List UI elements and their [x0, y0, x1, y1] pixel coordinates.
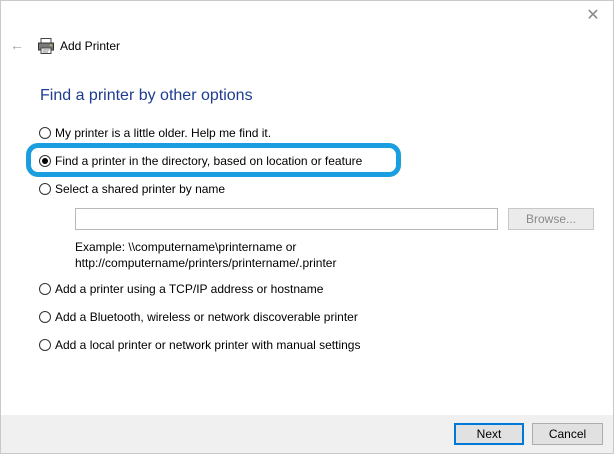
radio-local-manual[interactable]: [39, 339, 51, 351]
close-icon[interactable]: ✕: [584, 7, 602, 25]
printer-icon: [37, 37, 55, 55]
option-shared-by-name[interactable]: Select a shared printer by name: [39, 180, 225, 198]
option-older-printer[interactable]: My printer is a little older. Help me fi…: [39, 124, 271, 142]
option-local-manual[interactable]: Add a local printer or network printer w…: [39, 336, 360, 354]
browse-button[interactable]: Browse...: [508, 208, 594, 230]
radio-bluetooth-wireless[interactable]: [39, 311, 51, 323]
page-heading: Find a printer by other options: [40, 87, 253, 104]
shared-printer-name-input[interactable]: [75, 208, 498, 230]
radio-find-in-directory[interactable]: [39, 155, 51, 167]
back-arrow-icon[interactable]: ←: [9, 37, 25, 53]
cancel-button[interactable]: Cancel: [532, 423, 603, 445]
option-label: Add a local printer or network printer w…: [55, 338, 361, 352]
option-tcpip[interactable]: Add a printer using a TCP/IP address or …: [39, 280, 323, 298]
window-title: Add Printer: [60, 39, 121, 53]
option-find-in-directory[interactable]: Find a printer in the directory, based o…: [39, 152, 362, 170]
option-label: Select a shared printer by name: [55, 182, 226, 196]
example-text: Example: \\computername\printername or h…: [75, 239, 336, 271]
example-line-1: Example: \\computername\printername or: [75, 240, 297, 254]
option-label: My printer is a little older. Help me fi…: [55, 126, 272, 140]
radio-shared-by-name[interactable]: [39, 183, 51, 195]
option-label: Find a printer in the directory, based o…: [55, 154, 363, 168]
radio-older-printer[interactable]: [39, 127, 51, 139]
next-button[interactable]: Next: [454, 423, 524, 445]
radio-tcpip[interactable]: [39, 283, 51, 295]
add-printer-window: ✕ ← Add Printer Find a printer by other …: [0, 0, 614, 454]
option-label: Add a printer using a TCP/IP address or …: [55, 282, 324, 296]
option-bluetooth-wireless[interactable]: Add a Bluetooth, wireless or network dis…: [39, 308, 358, 326]
example-line-2: http://computername/printers/printername…: [75, 256, 337, 270]
option-label: Add a Bluetooth, wireless or network dis…: [55, 310, 358, 324]
